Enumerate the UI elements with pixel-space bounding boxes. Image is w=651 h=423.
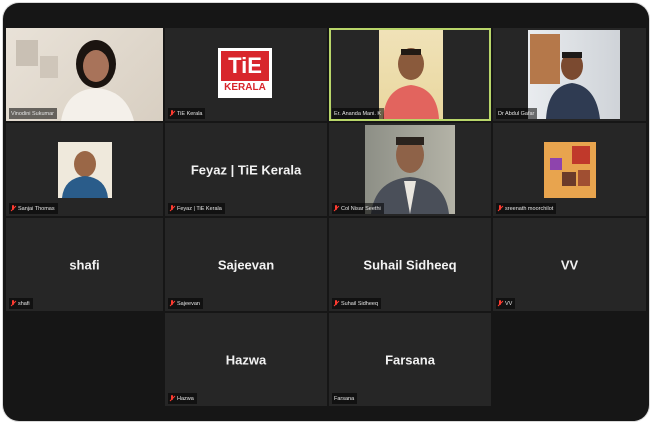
participant-name-label: Dr Abdul Gafar <box>496 108 538 119</box>
participant-tile-feyaz[interactable]: Feyaz | TiE Kerala Feyaz | TiE Kerala <box>165 123 327 216</box>
participant-tile-sreenath[interactable]: sreenath moorchilot <box>493 123 646 216</box>
participant-video <box>528 30 620 119</box>
participant-video <box>365 125 455 214</box>
participant-name: Suhail Sidheeq <box>341 300 379 307</box>
participant-name: sreenath moorchilot <box>505 205 554 212</box>
participant-name-label: Vinodini Sukumar <box>9 108 58 119</box>
participant-video-frame <box>530 34 600 119</box>
muted-mic-icon <box>170 205 174 212</box>
participant-name-label: Hazwa <box>168 393 197 404</box>
participant-name: Sajeevan <box>177 300 200 307</box>
tie-kerala-logo: TiE KERALA <box>218 48 272 98</box>
participant-name: VV <box>505 300 513 307</box>
participant-name: Sanjai Thomas <box>18 205 55 212</box>
participant-tile-ananda-mani[interactable]: Er. Ananda Mani. K <box>329 28 491 121</box>
participant-display-name: VV <box>560 257 579 272</box>
muted-mic-icon <box>334 300 338 307</box>
participant-display-name: Sajeevan <box>217 257 275 272</box>
participant-name-label: TiE Kerala <box>168 108 206 119</box>
participant-video-frame <box>62 151 108 198</box>
participant-name-label: Col Nisar Seethi <box>332 203 384 214</box>
muted-mic-icon <box>498 205 502 212</box>
participant-name-label: Sajeevan <box>168 298 203 309</box>
participant-video-frame <box>383 48 439 119</box>
participant-name: Er. Ananda Mani. K <box>334 110 382 117</box>
muted-mic-icon <box>11 205 15 212</box>
participant-tile-tie-kerala[interactable]: TiE KERALA TiE Kerala <box>165 28 327 121</box>
participant-video-frame <box>371 137 449 214</box>
participant-tile-farsana[interactable]: Farsana Farsana <box>329 313 491 406</box>
participant-name: Farsana <box>334 395 355 402</box>
muted-mic-icon <box>170 395 174 402</box>
participant-video <box>544 142 596 198</box>
participant-video <box>379 30 443 119</box>
participant-name-label: VV <box>496 298 516 309</box>
participant-name-label: Suhail Sidheeq <box>332 298 382 309</box>
participant-tile-shafi[interactable]: shafi shafi <box>6 218 163 311</box>
participant-name-label: Farsana <box>332 393 358 404</box>
participant-name-label: Sanjai Thomas <box>9 203 58 214</box>
participant-tile-vinodini[interactable]: Vinodini Sukumar <box>6 28 163 121</box>
meeting-gallery-view: Vinodini Sukumar TiE KERALA TiE Kerala E… <box>3 3 649 421</box>
participant-display-name: Hazwa <box>225 352 267 367</box>
participant-name-label: sreenath moorchilot <box>496 203 557 214</box>
participant-name-label: Feyaz | TiE Kerala <box>168 203 225 214</box>
participant-tile-abdul-gafar[interactable]: Dr Abdul Gafar <box>493 28 646 121</box>
participant-name: Dr Abdul Gafar <box>498 110 535 117</box>
participant-name: Vinodini Sukumar <box>11 110 55 117</box>
participant-name: Feyaz | TiE Kerala <box>177 205 222 212</box>
participant-tile-vv[interactable]: VV VV <box>493 218 646 311</box>
participant-name: shafi <box>18 300 30 307</box>
participant-video <box>58 142 112 198</box>
participant-name: Col Nisar Seethi <box>341 205 381 212</box>
participant-tile-nisar-seethi[interactable]: Col Nisar Seethi <box>329 123 491 216</box>
tie-logo-text: TiE <box>221 51 269 81</box>
participant-tile-suhail-sidheeq[interactable]: Suhail Sidheeq Suhail Sidheeq <box>329 218 491 311</box>
participant-tile-sajeevan[interactable]: Sajeevan Sajeevan <box>165 218 327 311</box>
muted-mic-icon <box>11 300 15 307</box>
tie-logo-subtext: KERALA <box>224 82 266 93</box>
participant-display-name: Suhail Sidheeq <box>363 257 457 272</box>
participant-display-name: Farsana <box>385 352 435 367</box>
muted-mic-icon <box>170 300 174 307</box>
muted-mic-icon <box>334 205 338 212</box>
participant-tile-hazwa[interactable]: Hazwa Hazwa <box>165 313 327 406</box>
participant-name-label: Er. Ananda Mani. K <box>332 108 385 119</box>
muted-mic-icon <box>498 300 502 307</box>
participant-display-name: Feyaz | TiE Kerala <box>190 162 302 177</box>
participant-name-label: shafi <box>9 298 33 309</box>
participant-name: TiE Kerala <box>177 110 203 117</box>
participant-video-frame <box>550 146 590 186</box>
participant-tile-sanjai-thomas[interactable]: Sanjai Thomas <box>6 123 163 216</box>
muted-mic-icon <box>170 110 174 117</box>
participant-display-name: shafi <box>69 257 100 272</box>
participant-name: Hazwa <box>177 395 194 402</box>
